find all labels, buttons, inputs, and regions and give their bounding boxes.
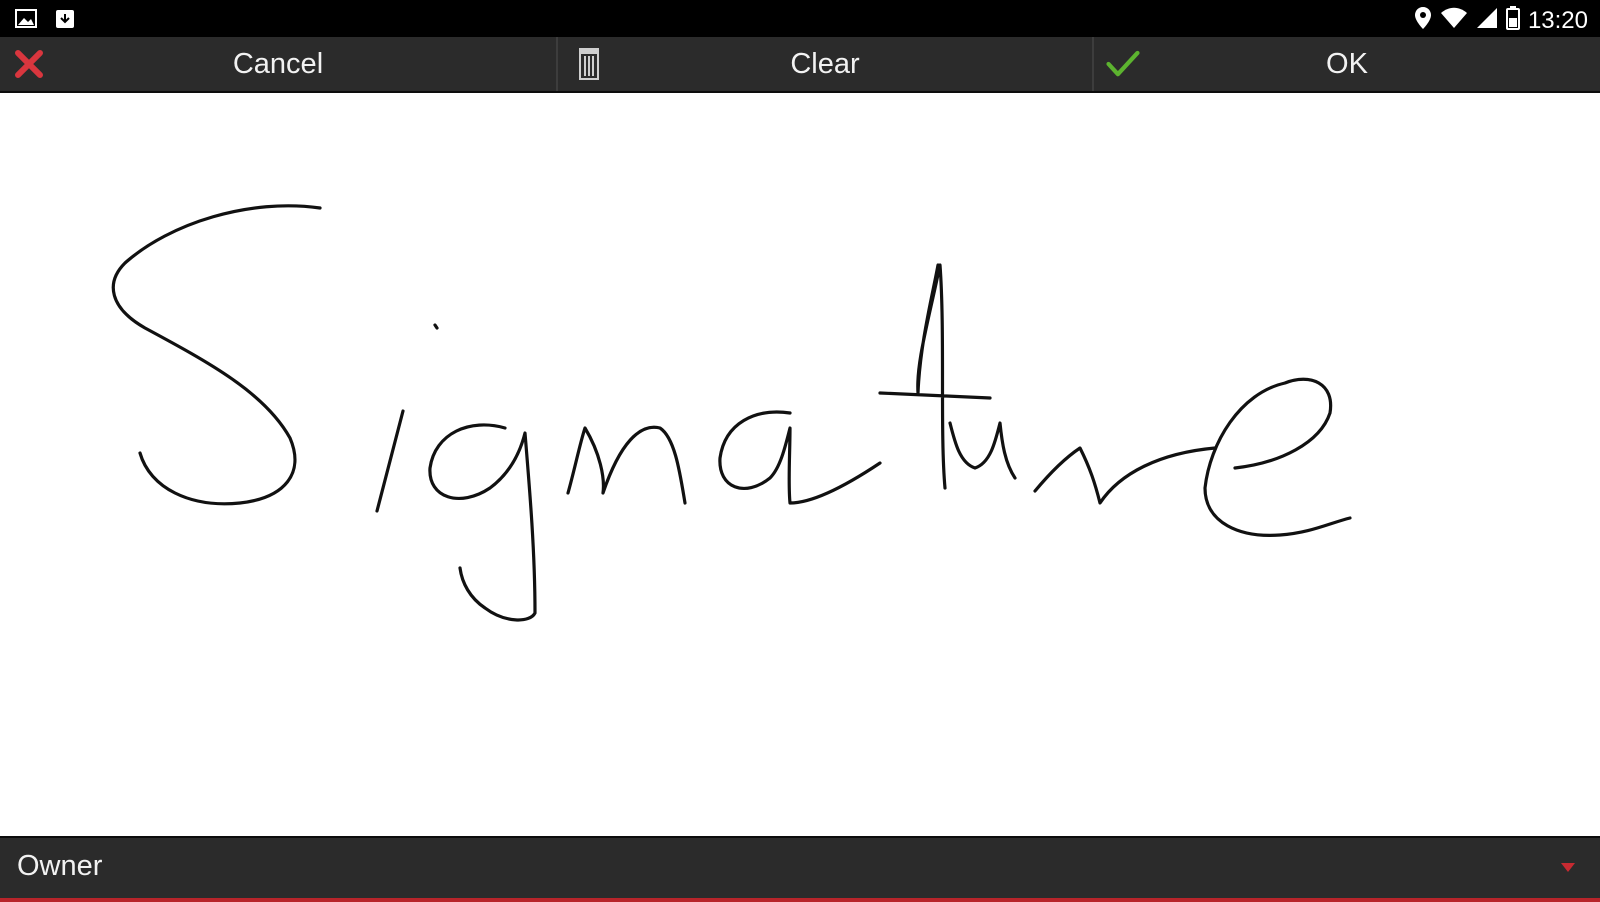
handwritten-signature <box>111 204 1352 622</box>
close-icon <box>12 47 46 81</box>
owner-dropdown[interactable]: Owner <box>0 838 1600 896</box>
clear-button[interactable]: Clear <box>558 37 1092 91</box>
download-icon <box>54 8 76 35</box>
wifi-icon <box>1440 7 1468 34</box>
ok-button[interactable]: OK <box>1094 37 1600 91</box>
cancel-button[interactable]: Cancel <box>0 37 556 91</box>
clear-label: Clear <box>790 47 860 80</box>
owner-selected-value: Owner <box>17 850 103 882</box>
trash-icon <box>572 47 606 81</box>
signature-toolbar: Cancel Clear OK <box>0 37 1600 93</box>
status-bar: 13:20 <box>0 0 1600 37</box>
cell-signal-icon <box>1476 7 1498 34</box>
owner-bar: Owner <box>0 836 1600 902</box>
battery-icon <box>1505 6 1520 35</box>
image-icon <box>14 8 38 35</box>
owner-underline <box>0 898 1600 902</box>
ok-label: OK <box>1326 47 1368 80</box>
status-time: 13:20 <box>1527 6 1588 34</box>
check-icon <box>1106 47 1140 81</box>
cancel-label: Cancel <box>232 47 324 80</box>
dropdown-arrow-icon <box>1560 860 1576 878</box>
signature-canvas[interactable] <box>0 93 1600 835</box>
location-icon <box>1414 6 1432 35</box>
